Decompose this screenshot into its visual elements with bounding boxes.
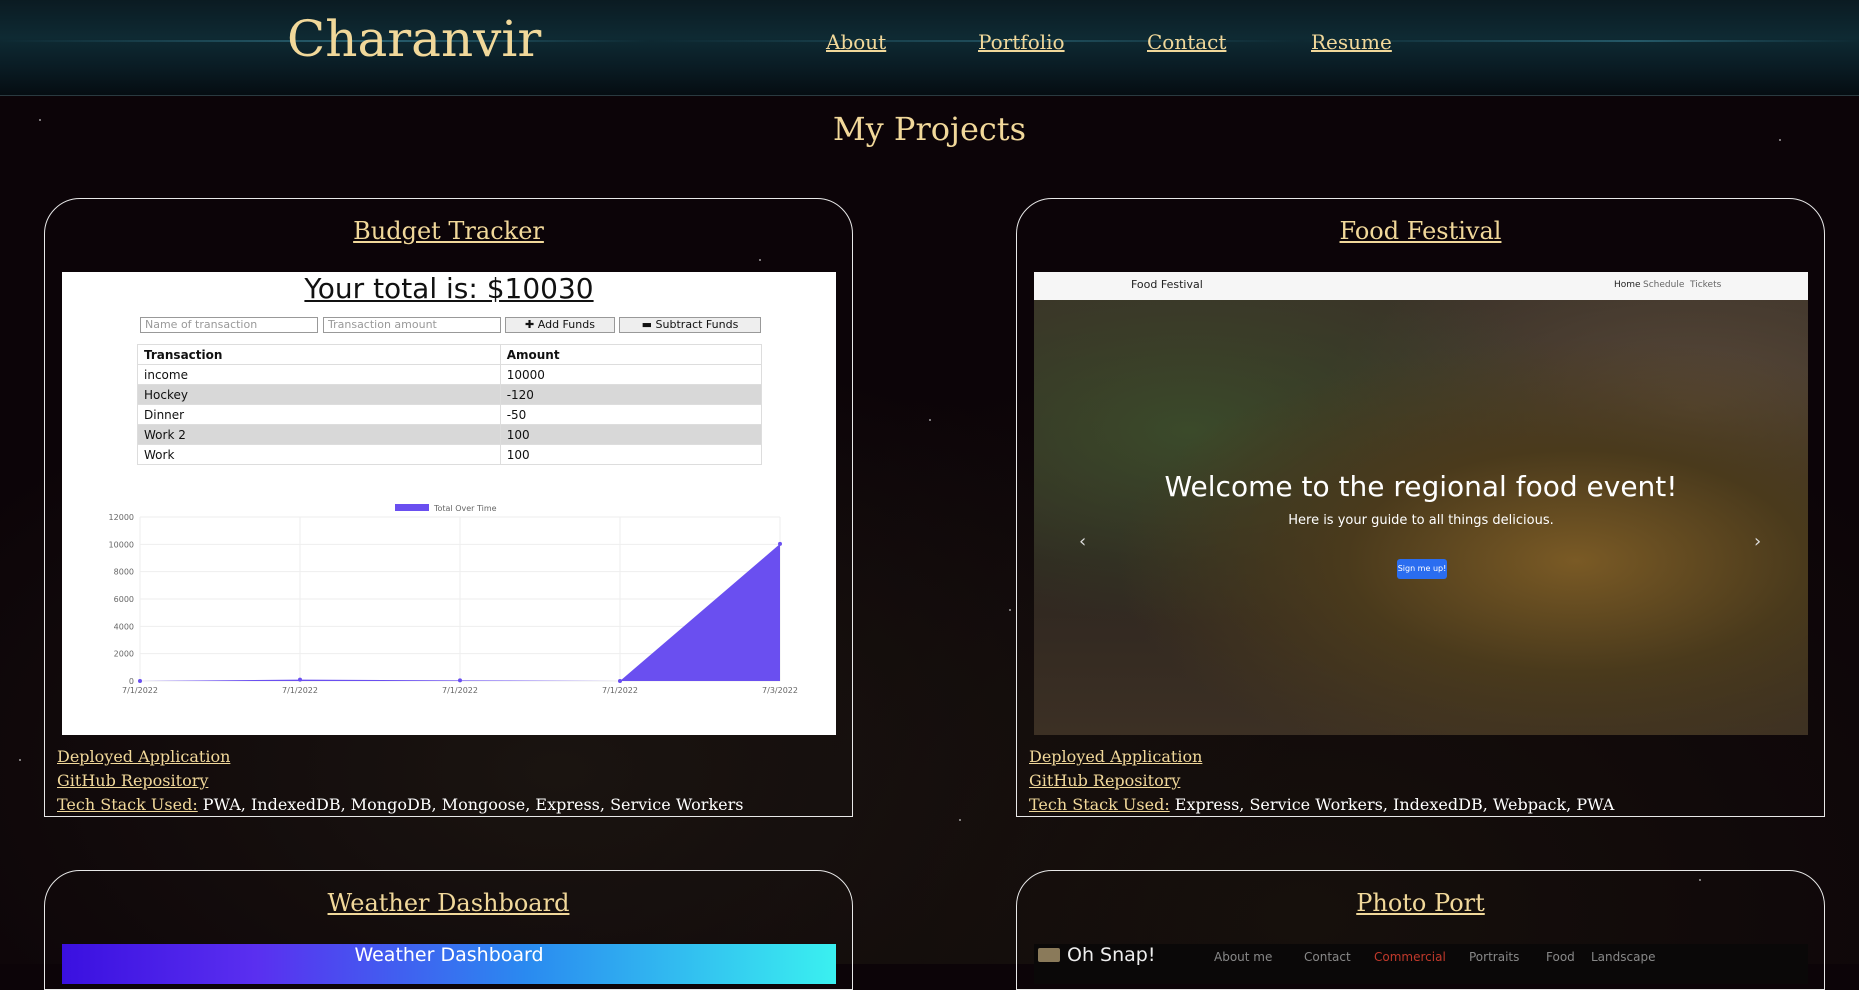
chart-point [458,678,462,683]
table-cell: Work [137,444,501,465]
project-screenshot[interactable]: Weather Dashboard [62,944,836,984]
table-row: income 10000 [137,364,763,385]
project-links: Deployed Application GitHub Repository T… [57,745,743,817]
screenshot-nav-item: Portraits [1469,950,1520,964]
table-cell: -120 [499,384,763,405]
github-repo-link[interactable]: GitHub Repository [1029,771,1180,790]
screenshot-nav-item: Commercial [1374,950,1446,964]
project-card-budget-tracker: Budget Tracker Your total is: $10030 Nam… [44,198,853,817]
table-row: Work 100 [137,444,763,465]
project-title-link[interactable]: Weather Dashboard [45,889,852,917]
table-cell: -50 [499,404,763,425]
chart-y-tick: 0 [129,677,134,686]
screenshot-nav-item: Contact [1304,950,1351,964]
screenshot-add-button: ✚ Add Funds [505,317,615,333]
table-cell: Hockey [137,384,501,405]
tech-stack-list: PWA, IndexedDB, MongoDB, Mongoose, Expre… [197,795,744,814]
screenshot-nav-item: Food [1546,950,1575,964]
screenshot-nav-home: Home [1614,280,1641,290]
nav-contact[interactable]: Contact [1147,30,1226,54]
table-cell: 100 [499,424,763,445]
table-row: Work 2 100 [137,424,763,445]
project-screenshot[interactable]: Your total is: $10030 Name of transactio… [62,272,836,735]
tech-stack-list: Express, Service Workers, IndexedDB, Web… [1169,795,1615,814]
table-row: Dinner -50 [137,404,763,425]
nav-resume[interactable]: Resume [1311,30,1392,54]
table-cell: 100 [499,444,763,465]
nav-about[interactable]: About [826,30,886,54]
chart-y-tick: 10000 [109,540,134,549]
project-card-photo-port: Photo Port Oh Snap! About me Contact Com… [1016,870,1825,990]
table-cell: Dinner [137,404,501,425]
chart-y-tick: 2000 [114,650,134,659]
chart-point [618,679,622,683]
table-cell: income [137,364,501,385]
chevron-right-icon: › [1754,531,1762,552]
project-card-food-festival: Food Festival Food Festival Home Schedul… [1016,198,1825,817]
chart-legend-swatch [395,504,429,511]
screenshot-chart: Total Over Time 12000 10000 8000 6000 4000 200… [109,504,798,695]
screenshot-subtract-button: ▬ Subtract Funds [619,317,761,333]
chart-point [298,677,302,682]
screenshot-signup-button: Sign me up! [1397,559,1447,579]
screenshot-brand: Food Festival [1131,278,1203,291]
site-brand[interactable]: Charanvir [287,10,541,68]
table-cell: 10000 [499,364,763,385]
github-repo-link[interactable]: GitHub Repository [57,771,208,790]
chart-x-tick: 7/1/2022 [122,686,158,695]
table-header: Transaction [137,344,501,365]
tech-stack-label: Tech Stack Used: [57,795,198,814]
chart-point [138,679,142,683]
screenshot-nav-item: About me [1214,950,1273,964]
table-header: Amount [499,344,763,365]
chart-point [778,541,782,546]
chart-x-tick: 7/1/2022 [602,686,638,695]
project-title-link[interactable]: Photo Port [1017,889,1824,917]
nav-portfolio[interactable]: Portfolio [978,30,1065,54]
chart-y-tick: 12000 [109,513,134,522]
table-row: Hockey -120 [137,384,763,405]
screenshot-amount-input: Transaction amount [323,317,501,333]
screenshot-transactions-table: Transaction Amount income 10000 Hockey -… [137,344,763,465]
project-screenshot[interactable]: Food Festival Home Schedule Tickets Welc… [1034,272,1808,735]
screenshot-subheadline: Here is your guide to all things delicio… [1288,513,1554,528]
project-title-link[interactable]: Food Festival [1017,217,1824,245]
project-card-weather-dashboard: Weather Dashboard Weather Dashboard [44,870,853,990]
chart-x-tick: 7/1/2022 [442,686,478,695]
screenshot-navbar: Food Festival Home Schedule Tickets [1034,272,1808,300]
screenshot-hero-image: Welcome to the regional food event! Here… [1034,300,1808,735]
chevron-left-icon: ‹ [1079,531,1087,552]
chart-y-tick: 8000 [114,568,134,577]
page-title: My Projects [832,110,1027,148]
tech-stack-label: Tech Stack Used: [1029,795,1170,814]
chart-legend-label: Total Over Time [433,504,497,513]
screenshot-total: Your total is: $10030 [304,272,594,305]
project-links: Deployed Application GitHub Repository T… [1029,745,1614,817]
chart-y-tick: 6000 [114,595,134,604]
screenshot-nav-item: Landscape [1591,950,1656,964]
deployed-app-link[interactable]: Deployed Application [57,747,230,766]
camera-icon [1038,948,1060,962]
site-header: Charanvir About Portfolio Contact Resume [0,0,1859,96]
project-title-link[interactable]: Budget Tracker [45,217,852,245]
screenshot-brand: Oh Snap! [1067,944,1156,966]
project-screenshot[interactable]: Oh Snap! About me Contact Commercial Por… [1034,944,1808,984]
chart-x-tick: 7/1/2022 [282,686,318,695]
table-cell: Work 2 [137,424,501,445]
deployed-app-link[interactable]: Deployed Application [1029,747,1202,766]
chart-y-tick: 4000 [114,622,134,631]
screenshot-nav-schedule: Schedule [1643,280,1685,290]
screenshot-nav-tickets: Tickets [1690,280,1722,290]
screenshot-headline: Welcome to the regional food event! [1164,470,1678,503]
chart-x-tick: 7/3/2022 [762,686,798,695]
screenshot-name-input: Name of transaction [140,317,318,333]
